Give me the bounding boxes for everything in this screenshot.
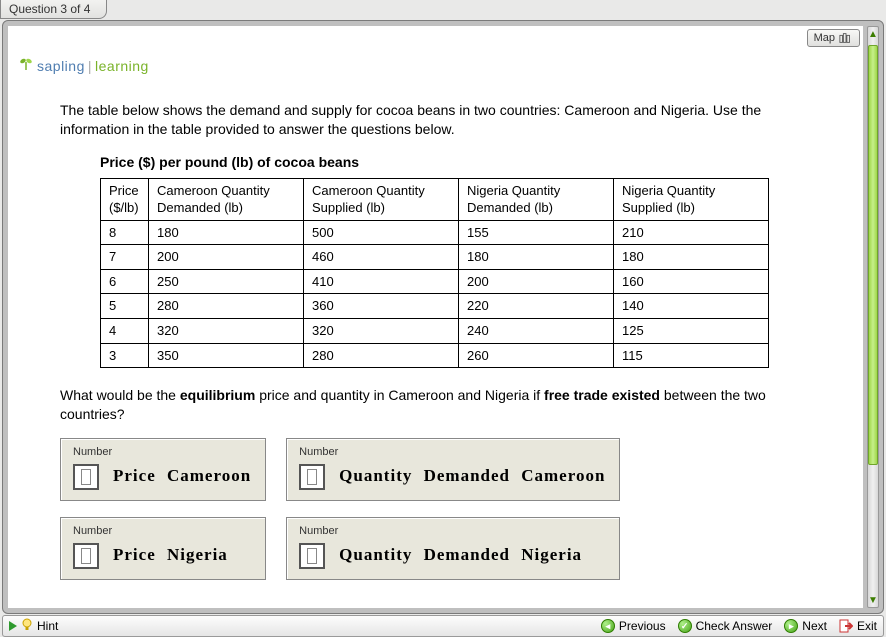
- bottom-toolbar: Hint ◂ Previous ✓ Check Answer ▸ Next Ex…: [2, 615, 884, 637]
- bulb-icon: [21, 618, 33, 635]
- table-header-row: Price ($/lb) Cameroon Quantity Demanded …: [101, 178, 769, 220]
- map-label: Map: [814, 30, 835, 46]
- table-cell: 500: [304, 220, 459, 245]
- table-cell: 200: [149, 245, 304, 270]
- exit-icon: [839, 619, 853, 633]
- question-text: What would be the equilibrium price and …: [60, 386, 813, 424]
- next-button[interactable]: ▸ Next: [784, 619, 827, 633]
- table-cell: 350: [149, 343, 304, 368]
- qty-cameroon-label: Quantity Demanded Cameroon: [339, 465, 605, 488]
- field-label: Number: [73, 524, 251, 539]
- table-cell: 320: [304, 318, 459, 343]
- table-cell: 240: [459, 318, 614, 343]
- field-label: Number: [73, 445, 251, 460]
- answer-price-cameroon: Number Price Cameroon: [60, 438, 266, 501]
- table-row: 6250410200160: [101, 269, 769, 294]
- data-table: Price ($/lb) Cameroon Quantity Demanded …: [100, 178, 769, 368]
- arrow-left-icon: ◂: [601, 619, 615, 633]
- table-cell: 140: [614, 294, 769, 319]
- answer-price-nigeria: Number Price Nigeria: [60, 517, 266, 580]
- intro-text: The table below shows the demand and sup…: [60, 101, 813, 139]
- table-cell: 280: [304, 343, 459, 368]
- table-cell: 115: [614, 343, 769, 368]
- table-cell: 280: [149, 294, 304, 319]
- table-cell: 180: [459, 245, 614, 270]
- table-cell: 180: [149, 220, 304, 245]
- table-row: 7200460180180: [101, 245, 769, 270]
- next-label: Next: [802, 619, 827, 633]
- previous-label: Previous: [619, 619, 666, 633]
- qty-nigeria-label: Quantity Demanded Nigeria: [339, 544, 582, 567]
- qty-cameroon-input[interactable]: [299, 464, 325, 490]
- question-body: The table below shows the demand and sup…: [60, 101, 813, 580]
- table-cell: 410: [304, 269, 459, 294]
- table-row: 5280360220140: [101, 294, 769, 319]
- table-row: 4320320240125: [101, 318, 769, 343]
- content-area: Map sapling | learning The table below s…: [8, 26, 863, 608]
- table-cell: 5: [101, 294, 149, 319]
- table-cell: 360: [304, 294, 459, 319]
- price-cameroon-label: Price Cameroon: [113, 465, 251, 488]
- table-cell: 320: [149, 318, 304, 343]
- table-cell: 160: [614, 269, 769, 294]
- play-icon: [9, 621, 17, 631]
- col-cam-d: Cameroon Quantity Demanded (lb): [149, 178, 304, 220]
- table-cell: 210: [614, 220, 769, 245]
- scrollbar[interactable]: ▲ ▼: [867, 26, 879, 608]
- map-icon: [839, 32, 853, 44]
- price-nigeria-label: Price Nigeria: [113, 544, 228, 567]
- exit-label: Exit: [857, 619, 877, 633]
- question-tab: Question 3 of 4: [0, 0, 107, 19]
- check-label: Check Answer: [696, 619, 773, 633]
- hint-label: Hint: [37, 619, 58, 633]
- col-nig-d: Nigeria Quantity Demanded (lb): [459, 178, 614, 220]
- table-cell: 8: [101, 220, 149, 245]
- brand-logo: sapling | learning: [18, 56, 149, 75]
- arrow-right-icon: ▸: [784, 619, 798, 633]
- field-label: Number: [299, 445, 605, 460]
- qty-nigeria-input[interactable]: [299, 543, 325, 569]
- field-label: Number: [299, 524, 605, 539]
- table-cell: 7: [101, 245, 149, 270]
- brand-divider: |: [88, 58, 92, 74]
- leaf-icon: [18, 56, 34, 75]
- table-cell: 6: [101, 269, 149, 294]
- col-cam-s: Cameroon Quantity Supplied (lb): [304, 178, 459, 220]
- price-cameroon-input[interactable]: [73, 464, 99, 490]
- table-cell: 4: [101, 318, 149, 343]
- exit-button[interactable]: Exit: [839, 619, 877, 633]
- main-panel: Map sapling | learning The table below s…: [2, 20, 884, 614]
- table-row: 8180500155210: [101, 220, 769, 245]
- answer-grid: Number Price Cameroon Number Quantity De…: [60, 438, 813, 580]
- table-cell: 3: [101, 343, 149, 368]
- table-cell: 220: [459, 294, 614, 319]
- price-nigeria-input[interactable]: [73, 543, 99, 569]
- col-nig-s: Nigeria Quantity Supplied (lb): [614, 178, 769, 220]
- table-cell: 460: [304, 245, 459, 270]
- brand-word2: learning: [95, 58, 149, 74]
- col-price: Price ($/lb): [101, 178, 149, 220]
- table-row: 3350280260115: [101, 343, 769, 368]
- table-cell: 260: [459, 343, 614, 368]
- answer-qty-cameroon: Number Quantity Demanded Cameroon: [286, 438, 620, 501]
- brand-word1: sapling: [37, 58, 85, 74]
- check-icon: ✓: [678, 619, 692, 633]
- table-cell: 125: [614, 318, 769, 343]
- table-cell: 180: [614, 245, 769, 270]
- map-button[interactable]: Map: [807, 29, 860, 47]
- scroll-up-icon[interactable]: ▲: [868, 27, 878, 41]
- check-answer-button[interactable]: ✓ Check Answer: [678, 619, 773, 633]
- table-cell: 200: [459, 269, 614, 294]
- table-cell: 250: [149, 269, 304, 294]
- hint-button[interactable]: Hint: [9, 618, 58, 635]
- previous-button[interactable]: ◂ Previous: [601, 619, 666, 633]
- table-title: Price ($) per pound (lb) of cocoa beans: [100, 153, 813, 172]
- scroll-thumb[interactable]: [868, 45, 878, 465]
- answer-qty-nigeria: Number Quantity Demanded Nigeria: [286, 517, 620, 580]
- scroll-down-icon[interactable]: ▼: [868, 593, 878, 607]
- table-cell: 155: [459, 220, 614, 245]
